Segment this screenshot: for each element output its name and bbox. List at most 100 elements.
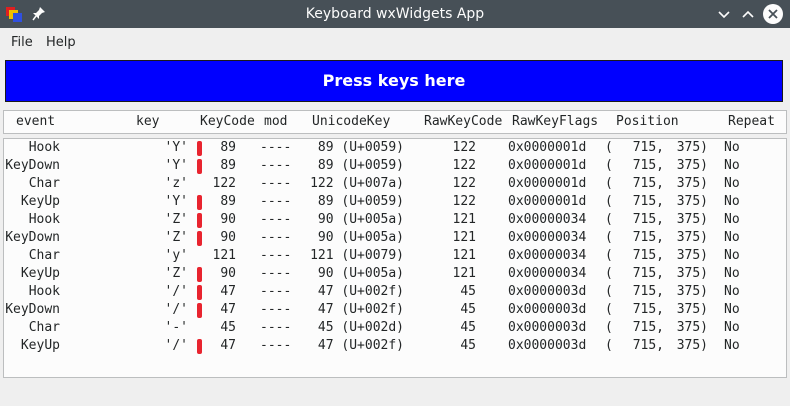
cell-keycode: 89 [220,158,236,173]
cell-key: '-' [164,320,188,335]
cell-rawkeyflags: 0x00000034 [508,212,587,227]
cell-mod: ---- [260,194,292,209]
key-marker [197,303,202,318]
cell-position-x: 715, [632,194,664,209]
cell-rawkeyflags: 0x0000003d [508,302,587,317]
event-log[interactable]: ( Hook 'Y' 89 ---- 89 (U+0059) 122 0x0000001d 71… [3,138,787,378]
key-marker [197,141,202,156]
cell-key: 'Y' [164,194,188,209]
cell-repeat: No [724,320,740,335]
header-keycode: KeyCode [200,114,255,129]
cell-position-y: 375) [676,194,708,209]
press-keys-button[interactable]: Press keys here [5,60,783,102]
cell-event: Char [28,320,60,335]
cell-position-paren: ( [605,176,613,191]
menu-bar: File Help [0,28,790,58]
cell-mod: ---- [260,266,292,281]
cell-repeat: No [724,248,740,263]
cell-rawkeyflags: 0x0000003d [508,338,587,353]
cell-rawkeycode: 45 [460,284,476,299]
menu-file[interactable]: File [11,28,33,58]
title-bar: Keyboard wxWidgets App [0,0,790,28]
cell-position-paren: ( [605,266,613,281]
cell-mod: ---- [260,140,292,155]
cell-repeat: No [724,284,740,299]
log-row: (Hook 'Y' 89 ---- 89 (U+0059) 122 0x0000001d 71… [4,139,786,157]
header-position: Position [616,114,679,129]
log-row: (Char 'z' 122 ---- 122 (U+007a) 122 0x0000001d… [4,175,786,193]
cell-position-x: 715, [632,320,664,335]
cell-key: 'Z' [164,266,188,281]
log-row: (Char '-' 45 ---- 45 (U+002d) 45 0x0000003d 715… [4,319,786,337]
cell-key: 'Z' [164,212,188,227]
cell-position-x: 715, [632,140,664,155]
cell-mod: ---- [260,284,292,299]
close-icon [768,9,778,19]
cell-key: '/' [164,284,188,299]
cell-keycode: 90 [220,266,236,281]
cell-position-x: 715, [632,284,664,299]
menu-help[interactable]: Help [46,28,76,58]
cell-event: Hook [28,212,60,227]
key-marker [197,285,202,300]
cell-rawkeycode: 45 [460,320,476,335]
cell-repeat: No [724,302,740,317]
cell-unicodekey: 89 (U+0059) [317,158,404,173]
cell-repeat: No [724,140,740,155]
cell-position-y: 375) [676,302,708,317]
log-row: (KeyDown 'Y' 89 ---- 89 (U+0059) 122 0x0000001… [4,157,786,175]
cell-mod: ---- [260,248,292,263]
key-marker [197,339,202,354]
cell-position-paren: ( [605,212,613,227]
cell-mod: ---- [260,302,292,317]
cell-position-y: 375) [676,212,708,227]
cell-position-paren: ( [605,320,613,335]
window-title: Keyboard wxWidgets App [305,6,485,22]
cell-rawkeycode: 45 [460,338,476,353]
chevron-up-icon[interactable] [738,4,758,24]
log-header: event key KeyCode mod UnicodeKey RawKeyC… [3,110,787,134]
cell-position-y: 375) [676,248,708,263]
chevron-down-icon[interactable] [714,4,734,24]
cell-repeat: No [724,194,740,209]
cell-unicodekey: 121 (U+0079) [310,248,404,263]
cell-rawkeycode: 121 [452,230,476,245]
cell-unicodekey: 90 (U+005a) [317,230,404,245]
cell-position-y: 375) [676,176,708,191]
cell-unicodekey: 89 (U+0059) [317,140,404,155]
cell-unicodekey: 122 (U+007a) [310,176,404,191]
cell-position-y: 375) [676,266,708,281]
cell-position-x: 715, [632,158,664,173]
cell-position-y: 375) [676,320,708,335]
cell-key: 'y' [164,248,188,263]
cell-repeat: No [724,212,740,227]
cell-unicodekey: 89 (U+0059) [317,194,404,209]
cell-mod: ---- [260,230,292,245]
cell-rawkeycode: 45 [460,302,476,317]
cell-key: 'Z' [164,230,188,245]
cell-rawkeycode: 121 [452,266,476,281]
cell-event: Char [28,176,60,191]
cell-position-paren: ( [605,302,613,317]
cell-keycode: 89 [220,194,236,209]
cell-mod: ---- [260,338,292,353]
cell-position-paren: ( [605,284,613,299]
cell-keycode: 47 [220,284,236,299]
cell-unicodekey: 47 (U+002f) [317,284,404,299]
cell-position-paren: ( [605,338,613,353]
cell-unicodekey: 90 (U+005a) [317,212,404,227]
cell-position-x: 715, [632,230,664,245]
cell-position-y: 375) [676,230,708,245]
cell-position-paren: ( [605,158,613,173]
cell-rawkeyflags: 0x0000001d [508,158,587,173]
cell-keycode: 45 [220,320,236,335]
log-row: (KeyDown '/' 47 ---- 47 (U+002f) 45 0x0000003d… [4,301,786,319]
cell-repeat: No [724,230,740,245]
close-button[interactable] [763,4,783,24]
log-row: (Hook '/' 47 ---- 47 (U+002f) 45 0x0000003d 715… [4,283,786,301]
key-marker [197,213,202,228]
cell-rawkeycode: 122 [452,176,476,191]
cell-position-x: 715, [632,176,664,191]
key-marker [197,231,202,246]
cell-keycode: 90 [220,212,236,227]
